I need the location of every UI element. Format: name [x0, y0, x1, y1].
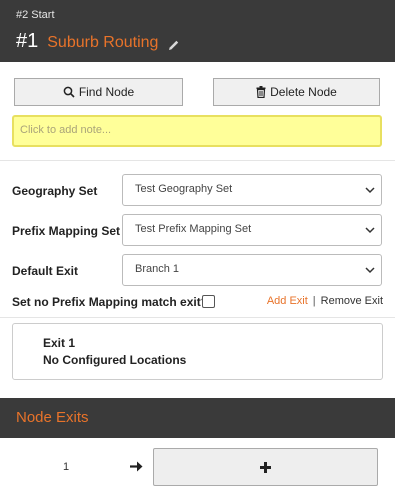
geography-set-select[interactable]: Test Geography Set — [122, 174, 382, 206]
exit-actions: Add Exit | Remove Exit — [267, 295, 383, 307]
node-exits-title: Node Exits — [16, 409, 89, 426]
note-field[interactable]: Click to add note... — [12, 115, 382, 147]
remove-exit-link[interactable]: Remove Exit — [321, 295, 383, 307]
pencil-icon[interactable] — [168, 39, 180, 51]
node-exits-header: Node Exits — [0, 398, 395, 438]
plus-icon — [260, 461, 271, 473]
exit-card[interactable]: Exit 1 No Configured Locations — [12, 323, 383, 380]
prefix-mapping-value: Test Prefix Mapping Set — [135, 223, 252, 235]
node-name[interactable]: Suburb Routing — [47, 34, 158, 52]
breadcrumb[interactable]: #2 Start — [16, 9, 55, 21]
trash-icon — [256, 86, 266, 98]
divider — [0, 160, 395, 161]
geography-set-label: Geography Set — [12, 184, 98, 198]
default-exit-value: Branch 1 — [135, 263, 180, 275]
arrow-right-icon — [130, 461, 143, 472]
chevron-down-icon — [365, 187, 375, 194]
add-exit-link[interactable]: Add Exit — [267, 295, 308, 307]
add-node-button[interactable] — [153, 448, 378, 486]
find-node-label: Find Node — [78, 85, 135, 99]
delete-node-label: Delete Node — [270, 85, 337, 99]
search-icon — [63, 86, 75, 98]
default-exit-label: Default Exit — [12, 264, 79, 278]
default-exit-select[interactable]: Branch 1 — [122, 254, 382, 286]
node-number: #1 — [16, 30, 39, 52]
no-match-checkbox[interactable] — [202, 295, 215, 308]
chevron-down-icon — [365, 267, 375, 274]
find-node-button[interactable]: Find Node — [14, 78, 183, 106]
exit-title: Exit 1 — [43, 336, 76, 350]
node-title-row: #1 Suburb Routing — [16, 30, 180, 56]
separator: | — [312, 295, 316, 307]
chevron-down-icon — [365, 227, 375, 234]
geography-set-value: Test Geography Set — [135, 183, 233, 195]
prefix-mapping-label: Prefix Mapping Set — [12, 224, 121, 238]
node-header: #2 Start #1 Suburb Routing — [0, 0, 395, 62]
delete-node-button[interactable]: Delete Node — [213, 78, 380, 106]
prefix-mapping-select[interactable]: Test Prefix Mapping Set — [122, 214, 382, 246]
no-match-label: Set no Prefix Mapping match exit? — [12, 295, 209, 309]
exit-locations: No Configured Locations — [43, 353, 187, 367]
divider — [0, 317, 395, 318]
exit-row-number: 1 — [63, 461, 70, 473]
